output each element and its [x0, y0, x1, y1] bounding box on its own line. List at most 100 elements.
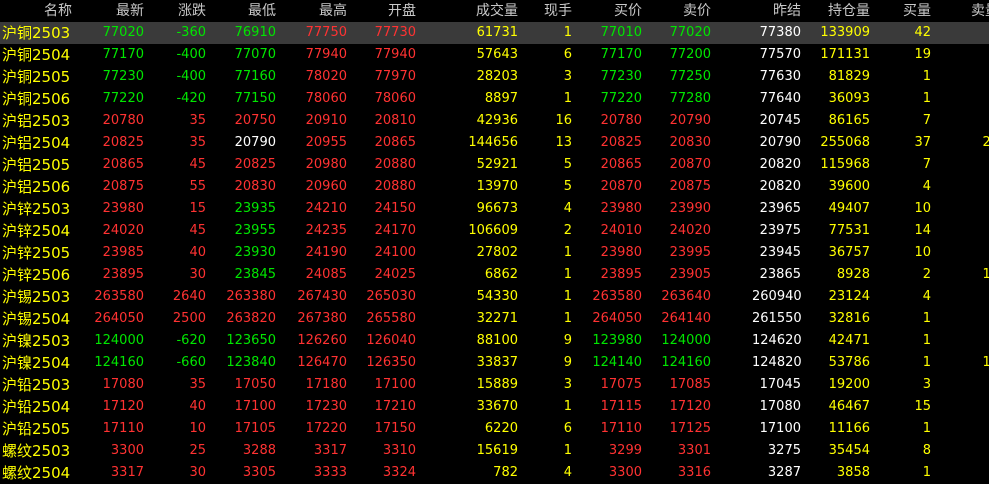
price-change: 15: [189, 201, 206, 216]
low-price: 23845: [234, 267, 276, 282]
open-interest: 35454: [828, 443, 870, 458]
price-change: 40: [189, 245, 206, 260]
col-header-ask-qty[interactable]: 卖量: [931, 0, 989, 22]
table-row[interactable]: 沪铝2506 20875 55 20830 20960 20880 13970 5 20870 2…: [0, 176, 989, 198]
table-row[interactable]: 沪锌2506 23895 30 23845 24085 24025 6862 1 23895 23…: [0, 264, 989, 286]
col-header-open-interest[interactable]: 持仓量: [801, 0, 870, 22]
bid-price: 77220: [600, 91, 642, 106]
open-interest: 86165: [828, 113, 870, 128]
table-row[interactable]: 沪铜2504 77170 -400 77070 77940 77940 57643 6 7717…: [0, 44, 989, 66]
ask-qty: 2: [931, 176, 989, 198]
price-change: 25: [189, 443, 206, 458]
prev-settle: 20820: [759, 179, 801, 194]
price-change: 45: [189, 223, 206, 238]
col-header-low[interactable]: 最低: [206, 0, 276, 22]
low-price: 263380: [226, 289, 276, 304]
low-price: 17100: [234, 399, 276, 414]
ask-price: 23995: [669, 245, 711, 260]
prev-settle: 260940: [752, 289, 801, 304]
high-price: 24190: [305, 245, 347, 260]
high-price: 20955: [305, 135, 347, 150]
bid-qty: 42: [914, 25, 931, 40]
table-row[interactable]: 沪镍2504 124160 -660 123840 126470 126350 33837 9…: [0, 352, 989, 374]
low-price: 17050: [234, 377, 276, 392]
volume: 15619: [476, 443, 518, 458]
table-row[interactable]: 沪镍2503 124000 -620 123650 126260 126040 88100 9…: [0, 330, 989, 352]
last-price: 17110: [102, 421, 144, 436]
prev-settle: 124620: [752, 333, 801, 348]
table-row[interactable]: 沪锌2504 24020 45 23955 24235 24170 106609 2 24010…: [0, 220, 989, 242]
col-header-bid-qty[interactable]: 买量: [870, 0, 931, 22]
volume: 33837: [476, 355, 518, 370]
open-price: 20865: [374, 135, 416, 150]
bid-qty: 15: [914, 399, 931, 414]
col-header-bid[interactable]: 买价: [572, 0, 642, 22]
price-change: 35: [189, 113, 206, 128]
col-header-last[interactable]: 最新: [90, 0, 144, 22]
table-row[interactable]: 沪铜2505 77230 -400 77160 78020 77970 28203 3 7723…: [0, 66, 989, 88]
col-header-volume[interactable]: 成交量: [460, 0, 518, 22]
high-price: 20910: [305, 113, 347, 128]
col-header-high[interactable]: 最高: [276, 0, 347, 22]
col-header-change[interactable]: 涨跌: [146, 0, 206, 22]
table-row[interactable]: 沪铅2505 17110 10 17105 17220 17150 6220 6 17110 17…: [0, 418, 989, 440]
price-change: -420: [176, 91, 206, 106]
bid-price: 17075: [600, 377, 642, 392]
table-row[interactable]: 螺纹2503 3300 25 3288 3317 3310 15619 1 3299 3301 32…: [0, 440, 989, 462]
table-row[interactable]: 沪锌2505 23985 40 23930 24190 24100 27802 1 23980 2…: [0, 242, 989, 264]
ask-qty: 4: [931, 440, 989, 462]
col-header-prev-settle[interactable]: 昨结: [752, 0, 801, 22]
table-row[interactable]: 沪铅2503 17080 35 17050 17180 17100 15889 3 17075 1…: [0, 374, 989, 396]
low-price: 23930: [234, 245, 276, 260]
low-price: 3288: [242, 443, 276, 458]
low-price: 77160: [234, 69, 276, 84]
low-price: 20825: [234, 157, 276, 172]
table-row[interactable]: 沪铜2506 77220 -420 77150 78060 78060 8897 1 77220…: [0, 88, 989, 110]
bid-price: 20870: [600, 179, 642, 194]
open-interest: 42471: [828, 333, 870, 348]
table-row[interactable]: 沪锌2503 23980 15 23935 24210 24150 96673 4 23980 2…: [0, 198, 989, 220]
table-row[interactable]: 沪铝2504 20825 35 20790 20955 20865 144656 13 2082…: [0, 132, 989, 154]
volume: 782: [493, 465, 518, 480]
prev-settle: 77570: [759, 47, 801, 62]
ask-price: 17120: [669, 399, 711, 414]
col-header-ask[interactable]: 卖价: [642, 0, 711, 22]
ask-qty: 1: [931, 66, 989, 88]
bid-price: 23980: [600, 245, 642, 260]
bid-qty: 3: [922, 377, 931, 392]
open-interest: 36093: [828, 91, 870, 106]
bid-qty: 10: [914, 201, 931, 216]
ask-qty: 1: [931, 286, 989, 308]
bid-qty: 19: [914, 47, 931, 62]
low-price: 77150: [234, 91, 276, 106]
volume: 144656: [468, 135, 518, 150]
prev-settle: 3275: [767, 443, 801, 458]
bid-qty: 1: [922, 333, 931, 348]
col-header-open[interactable]: 开盘: [347, 0, 416, 22]
col-header-name[interactable]: 名称: [44, 0, 94, 22]
table-row[interactable]: 沪锡2503 263580 2640 263380 267430 265030 54330 1…: [0, 286, 989, 308]
contract-name: 沪锌2506: [2, 266, 71, 284]
contract-name: 沪镍2504: [2, 354, 71, 372]
bid-price: 3299: [608, 443, 642, 458]
bid-qty: 2: [922, 267, 931, 282]
open-price: 17150: [374, 421, 416, 436]
table-row[interactable]: 沪铝2503 20780 35 20750 20910 20810 42936 16 20780…: [0, 110, 989, 132]
table-row[interactable]: 沪锡2504 264050 2500 263820 267380 265580 32271 1…: [0, 308, 989, 330]
last-price: 17120: [102, 399, 144, 414]
bid-price: 24010: [600, 223, 642, 238]
table-row[interactable]: 沪铝2505 20865 45 20825 20980 20880 52921 5 20865 2…: [0, 154, 989, 176]
high-price: 24210: [305, 201, 347, 216]
ask-price: 77250: [669, 69, 711, 84]
table-row[interactable]: 沪铜2503 77020 -360 76910 77750 77730 61731 1 7701…: [0, 22, 989, 44]
contract-name: 螺纹2503: [2, 442, 71, 460]
prev-settle: 23975: [759, 223, 801, 238]
table-row[interactable]: 沪铅2504 17120 40 17100 17230 17210 33670 1 17115 1…: [0, 396, 989, 418]
col-header-current-lot[interactable]: 现手: [518, 0, 572, 22]
bid-price: 17115: [600, 399, 642, 414]
volume: 27802: [476, 245, 518, 260]
low-price: 20790: [234, 135, 276, 150]
quote-rows: 沪铜2503 77020 -360 76910 77750 77730 61731 1 7701…: [0, 22, 989, 484]
high-price: 77940: [305, 47, 347, 62]
table-row[interactable]: 螺纹2504 3317 30 3305 3333 3324 782 4 3300 3316 3287…: [0, 462, 989, 484]
